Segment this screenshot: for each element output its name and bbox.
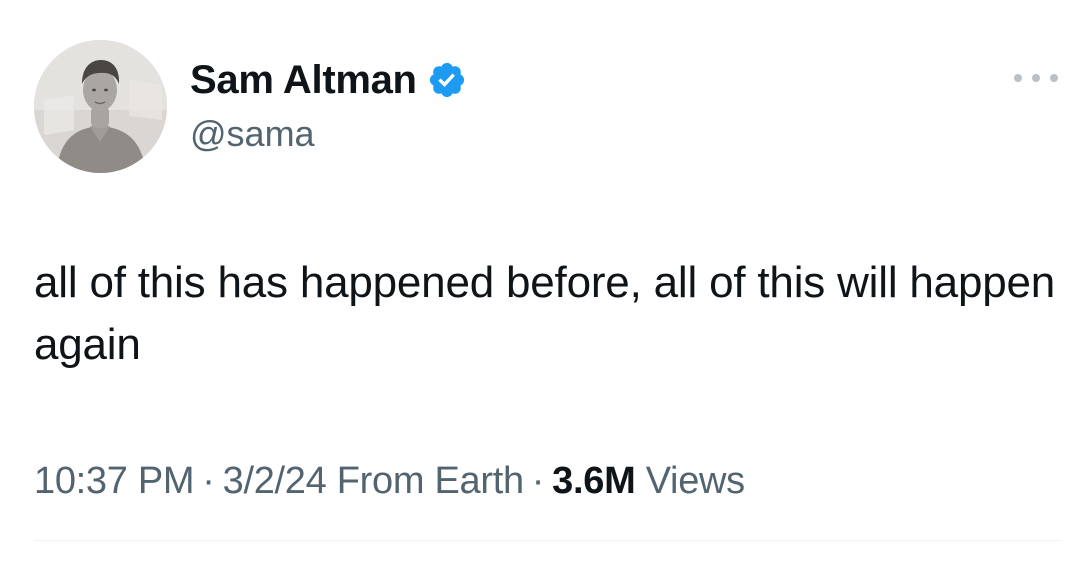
tweet-source: From Earth (336, 460, 524, 502)
views-count: 3.6M (552, 460, 636, 502)
meta-separator: · (531, 460, 545, 502)
tweet-card: Sam Altman @sama all of this has happene… (0, 0, 1080, 563)
author-display-name[interactable]: Sam Altman (190, 60, 417, 100)
verified-badge-icon[interactable] (427, 60, 467, 100)
views-label: Views (645, 460, 745, 502)
author-row: Sam Altman (190, 56, 467, 104)
tweet-meta: 10:37 PM · 3/2/24 From Earth · 3.6M Views (34, 456, 745, 506)
tweet-time[interactable]: 10:37 PM (34, 460, 195, 502)
divider (34, 540, 1060, 541)
more-dot (1014, 74, 1022, 82)
more-dot (1050, 74, 1058, 82)
meta-separator: · (202, 460, 215, 502)
tweet-text: all of this has happened before, all of … (34, 258, 1056, 369)
avatar[interactable] (34, 40, 167, 173)
tweet-date[interactable]: 3/2/24 (223, 460, 327, 502)
avatar-photo (34, 40, 167, 173)
author-handle[interactable]: @sama (190, 116, 315, 152)
more-dot (1032, 74, 1040, 82)
more-options-icon[interactable] (1014, 70, 1058, 86)
